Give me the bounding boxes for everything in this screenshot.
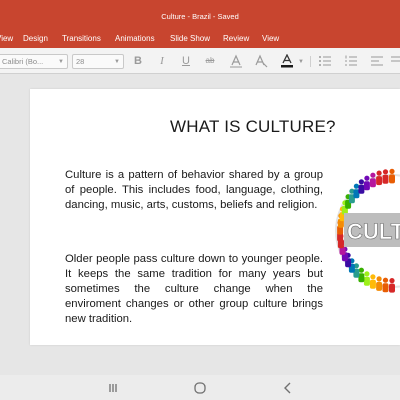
clear-formatting-icon[interactable] [229, 54, 243, 68]
culture-3d-letters: CULT [344, 213, 400, 247]
slide-canvas: WHAT IS CULTURE? Culture is a pattern of… [0, 75, 400, 375]
text-effects-icon[interactable] [254, 54, 268, 68]
body-paragraph-1[interactable]: Culture is a pattern of behavior shared … [65, 168, 323, 213]
person-figure-body [376, 281, 383, 291]
culture-people-ring-image[interactable]: CULT [330, 161, 400, 301]
person-figure-head [389, 168, 395, 174]
person-figure-body [389, 283, 395, 293]
chevron-down-icon[interactable]: ▼ [294, 55, 308, 69]
person-figure-body [363, 276, 370, 286]
tab-design[interactable]: Design [23, 34, 48, 44]
person-figure-body [369, 178, 376, 188]
person-figure-head [358, 267, 364, 273]
person-figure-head [376, 170, 382, 176]
tab-view[interactable]: View [262, 34, 279, 44]
culture-image-text: CULT [347, 219, 400, 244]
font-size-dropdown[interactable]: 28 ▼ [72, 54, 124, 69]
align-icon-partial[interactable] [390, 54, 400, 68]
person-figure-body [376, 176, 383, 186]
font-name-value: Calibri (Bo... [2, 57, 44, 66]
chevron-down-icon: ▼ [58, 59, 64, 65]
tab-view-partial[interactable]: View [0, 34, 13, 44]
bullets-icon[interactable] [318, 54, 332, 68]
person-figure-head [364, 271, 370, 277]
align-icon[interactable] [370, 54, 384, 68]
back-icon[interactable] [280, 380, 296, 396]
body-paragraph-2[interactable]: Older people pass culture down to younge… [65, 252, 323, 327]
title-bar: Culture - Brazil - Saved [0, 0, 400, 30]
italic-icon[interactable]: I [155, 54, 169, 68]
person-figure-body [382, 174, 389, 184]
tab-review[interactable]: Review [223, 34, 249, 44]
person-figure-head [370, 274, 376, 280]
ribbon-tabs: View Design Transitions Animations Slide… [0, 30, 400, 48]
person-figure-body [389, 174, 395, 184]
window-title: Culture - Brazil - Saved [161, 12, 239, 21]
toolbar-divider [310, 56, 311, 67]
person-figure-head [389, 278, 395, 284]
person-figure-head [364, 175, 370, 181]
recents-icon[interactable] [105, 380, 121, 396]
person-figure-body [382, 283, 389, 293]
home-icon[interactable] [192, 380, 208, 396]
font-color-icon[interactable] [280, 53, 294, 68]
person-figure-head [382, 169, 389, 175]
formatting-toolbar: Calibri (Bo... ▼ 28 ▼ B I U ab ▼ [0, 48, 400, 74]
slide[interactable]: WHAT IS CULTURE? Culture is a pattern of… [30, 89, 400, 345]
person-figure-head [358, 179, 364, 185]
tab-animations[interactable]: Animations [115, 34, 155, 44]
person-figure-head [376, 276, 382, 282]
person-figure-head [370, 172, 376, 178]
person-figure-body [363, 181, 370, 191]
person-figure-body [369, 279, 376, 289]
tab-transitions[interactable]: Transitions [62, 34, 101, 44]
tab-slide-show[interactable]: Slide Show [170, 34, 210, 44]
person-figure-head [353, 183, 359, 189]
slide-title[interactable]: WHAT IS CULTURE? [170, 117, 370, 137]
strikethrough-icon[interactable]: ab [203, 54, 217, 68]
person-figure-head [382, 277, 389, 283]
bold-icon[interactable]: B [131, 54, 145, 68]
underline-icon[interactable]: U [179, 54, 193, 68]
system-nav-bar [0, 375, 400, 400]
chevron-down-icon: ▼ [114, 59, 120, 65]
numbering-icon[interactable] [344, 54, 358, 68]
font-name-dropdown[interactable]: Calibri (Bo... ▼ [0, 54, 68, 69]
font-size-value: 28 [76, 57, 85, 66]
person-figure-body [358, 184, 365, 194]
